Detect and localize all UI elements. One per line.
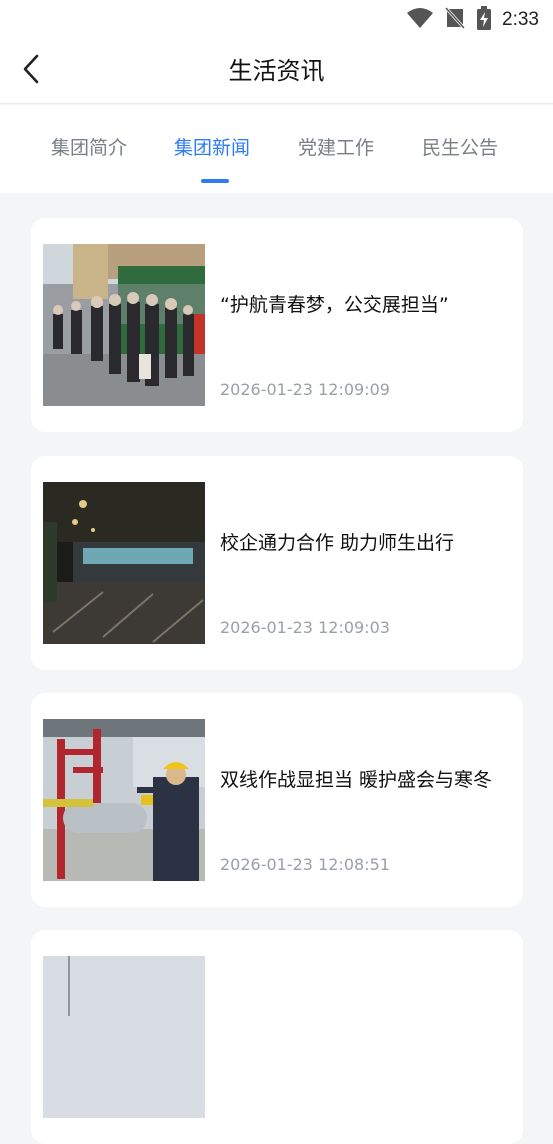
news-card[interactable] [31, 930, 523, 1144]
news-date: 2026-01-23 12:09:09 [220, 380, 390, 399]
tab-group-news[interactable]: 集团新闻 [174, 133, 250, 160]
tab-bar: 集团简介 集团新闻 党建工作 民生公告 [0, 105, 553, 193]
students-boarding-bus-photo [43, 244, 205, 406]
active-tab-indicator [201, 179, 229, 183]
news-title: 双线作战显担当 暖护盛会与寒冬 [220, 769, 493, 791]
news-card[interactable]: “护航青春梦，公交展担当” 2026-01-23 12:09:09 [31, 218, 523, 432]
news-date: 2026-01-23 12:09:03 [220, 618, 390, 637]
tab-public-notice[interactable]: 民生公告 [422, 133, 498, 160]
night-bus-rain-photo [43, 482, 205, 644]
status-time: 2:33 [502, 9, 539, 30]
battery-charging-icon [476, 6, 492, 34]
sky-photo [43, 956, 205, 1118]
status-bar: 2:33 [0, 0, 553, 38]
tab-party-work[interactable]: 党建工作 [298, 133, 374, 160]
news-date: 2026-01-23 12:08:51 [220, 855, 390, 874]
tab-group-intro[interactable]: 集团简介 [51, 133, 127, 160]
wifi-icon [406, 7, 434, 33]
news-card[interactable]: 双线作战显担当 暖护盛会与寒冬 2026-01-23 12:08:51 [31, 693, 523, 907]
news-title: 校企通力合作 助力师生出行 [220, 532, 455, 554]
page-title: 生活资讯 [228, 57, 325, 85]
news-title: “护航青春梦，公交展担当” [220, 294, 449, 316]
worker-gas-station-photo [43, 719, 205, 881]
status-icons: 2:33 [406, 6, 539, 34]
no-signal-icon [444, 6, 466, 33]
navigation-bar: 生活资讯 [0, 38, 553, 104]
news-card[interactable]: 校企通力合作 助力师生出行 2026-01-23 12:09:03 [31, 456, 523, 670]
